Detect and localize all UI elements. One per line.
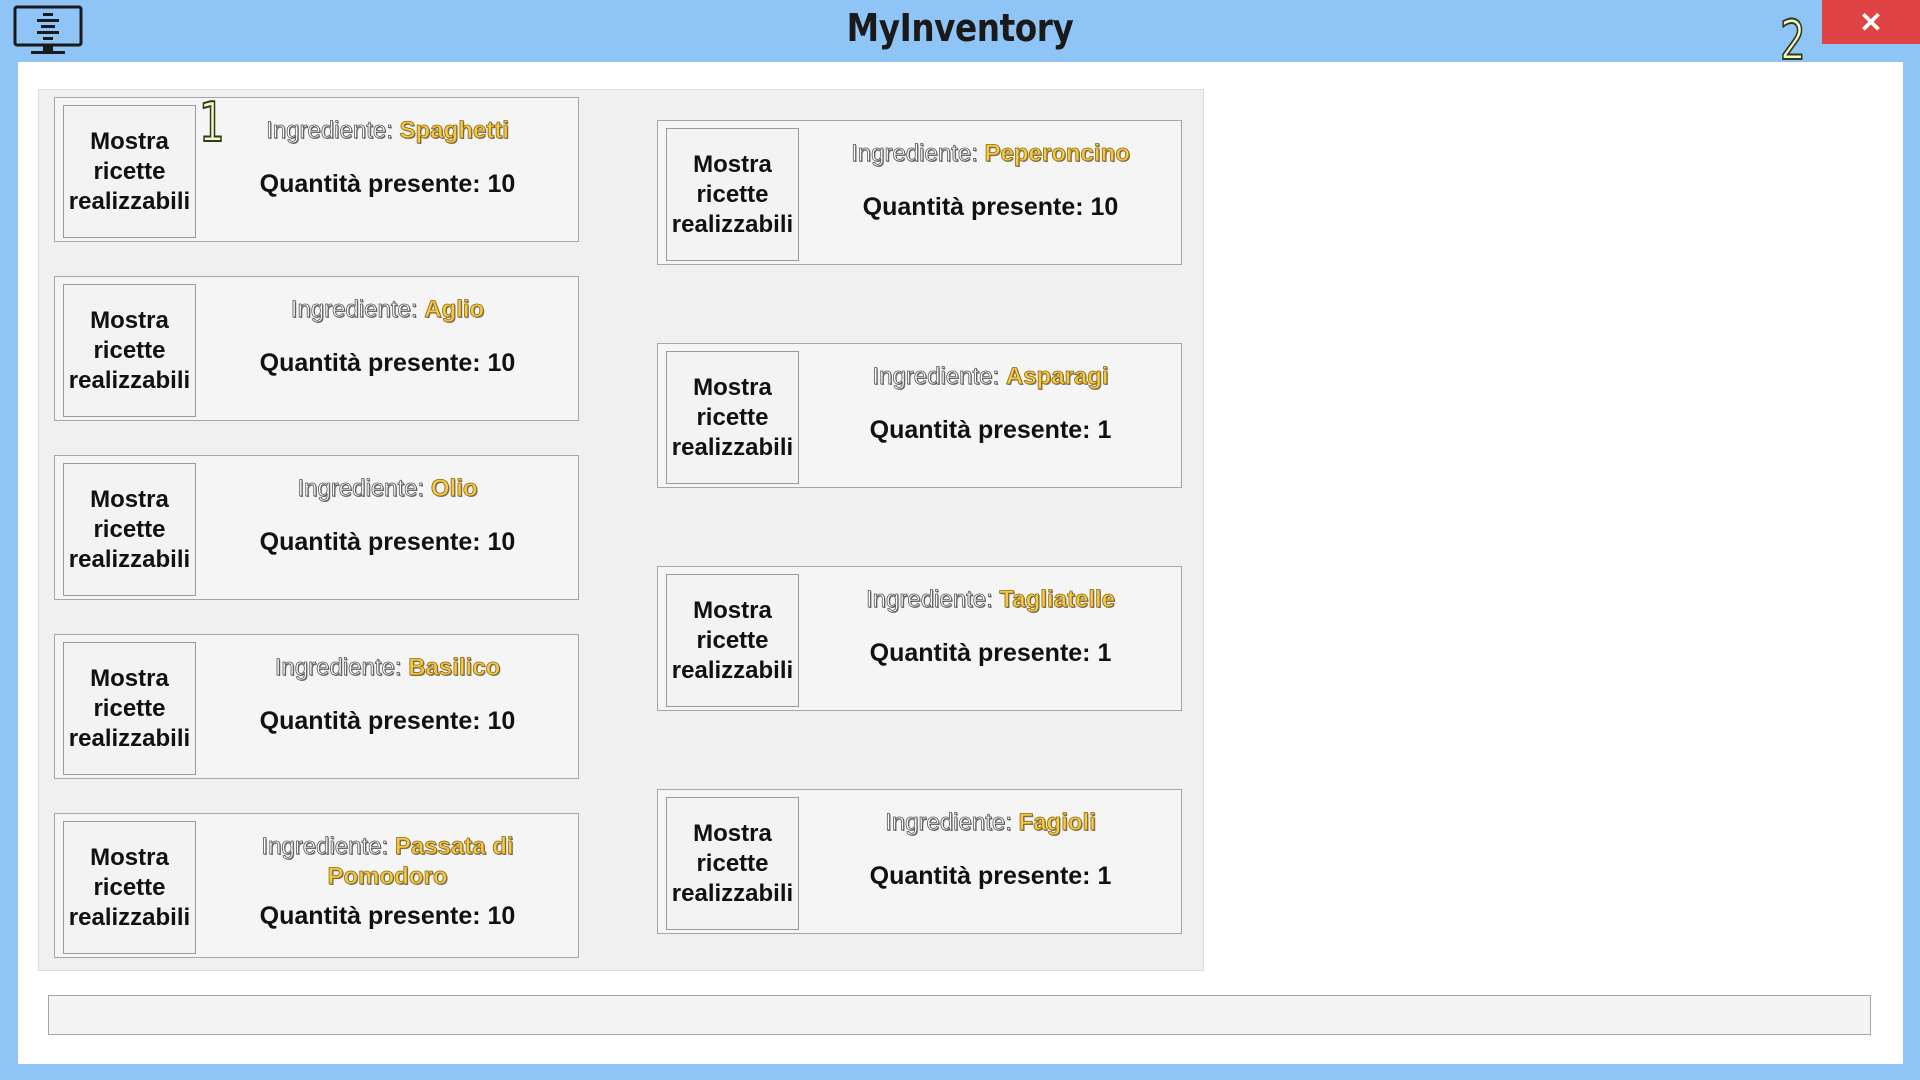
status-bar bbox=[48, 995, 1871, 1035]
show-recipes-button[interactable]: Mostra ricette realizzabili bbox=[63, 642, 196, 775]
ingredient-info: Ingrediente: Asparagi Quantità presente: … bbox=[808, 362, 1173, 445]
close-button[interactable]: ✕ bbox=[1822, 0, 1920, 44]
ingredient-name: Asparagi bbox=[1005, 363, 1109, 391]
ingredient-label: Ingrediente: bbox=[885, 809, 1019, 837]
ingredient-info: Ingrediente: Aglio Quantità presente: 10 bbox=[205, 295, 570, 378]
ingredient-line: Ingrediente: Tagliatelle bbox=[808, 585, 1173, 615]
ingredient-info: Ingrediente: Spaghetti Quantità presente:… bbox=[205, 116, 570, 199]
ingredient-name: Peperoncino bbox=[984, 140, 1130, 168]
ingredient-label: Ingrediente: bbox=[297, 475, 431, 503]
ingredient-card: Mostra ricette realizzabili Ingrediente: … bbox=[657, 789, 1182, 934]
ingredient-label: Ingrediente: bbox=[266, 117, 400, 145]
ingredient-name: Basilico bbox=[408, 654, 501, 682]
monitor-icon bbox=[13, 5, 83, 54]
quantity-text: Quantità presente: 1 bbox=[869, 416, 1112, 444]
quantity-text: Quantità presente: 10 bbox=[259, 349, 516, 377]
ingredient-card: Mostra ricette realizzabili Ingrediente: … bbox=[657, 343, 1182, 488]
show-recipes-button[interactable]: Mostra ricette realizzabili bbox=[63, 463, 196, 596]
ingredient-label: Ingrediente: bbox=[872, 363, 1006, 391]
ingredient-name: Tagliatelle bbox=[999, 586, 1116, 614]
quantity-text: Quantità presente: 10 bbox=[259, 707, 516, 735]
ingredient-card: Mostra ricette realizzabili Ingrediente: … bbox=[54, 634, 579, 779]
show-recipes-button[interactable]: Mostra ricette realizzabili bbox=[666, 574, 799, 707]
window-title: MyInventory bbox=[846, 6, 1074, 50]
show-recipes-button[interactable]: Mostra ricette realizzabili bbox=[63, 284, 196, 417]
ingredient-card: Mostra ricette realizzabili Ingrediente: … bbox=[54, 455, 579, 600]
ingredient-line: Ingrediente: Basilico bbox=[205, 653, 570, 683]
show-recipes-label: Mostra ricette realizzabili bbox=[68, 127, 191, 215]
ingredient-line: Ingrediente: Olio bbox=[205, 474, 570, 504]
show-recipes-label: Mostra ricette realizzabili bbox=[671, 373, 794, 461]
ingredient-info: Ingrediente: Olio Quantità presente: 10 bbox=[205, 474, 570, 557]
show-recipes-button[interactable]: Mostra ricette realizzabili bbox=[666, 797, 799, 930]
ingredient-label: Ingrediente: bbox=[261, 833, 395, 861]
show-recipes-label: Mostra ricette realizzabili bbox=[68, 664, 191, 752]
ingredient-label: Ingrediente: bbox=[274, 654, 409, 682]
ingredient-info: Ingrediente: Passata di Pomodoro Quantità… bbox=[205, 832, 570, 931]
ingredient-line: Ingrediente: Spaghetti bbox=[205, 116, 570, 146]
ingredient-card: Mostra ricette realizzabili Ingrediente: … bbox=[657, 566, 1182, 711]
ingredients-panel: Mostra ricette realizzabili Ingrediente: … bbox=[38, 89, 1204, 971]
show-recipes-button[interactable]: Mostra ricette realizzabili bbox=[63, 105, 196, 238]
show-recipes-label: Mostra ricette realizzabili bbox=[671, 819, 794, 907]
ingredient-name: Olio bbox=[430, 475, 478, 503]
show-recipes-label: Mostra ricette realizzabili bbox=[671, 596, 794, 684]
ingredient-name: Fagioli bbox=[1018, 809, 1096, 837]
ingredient-label: Ingrediente: bbox=[290, 296, 425, 324]
show-recipes-label: Mostra ricette realizzabili bbox=[68, 485, 191, 573]
ingredient-line: Ingrediente: Fagioli bbox=[808, 808, 1173, 838]
ingredient-name: Spaghetti bbox=[399, 117, 509, 145]
show-recipes-label: Mostra ricette realizzabili bbox=[68, 843, 191, 931]
ingredient-info: Ingrediente: Basilico Quantità presente: … bbox=[205, 653, 570, 736]
main-content: Mostra ricette realizzabili Ingrediente: … bbox=[18, 62, 1903, 1064]
quantity-text: Quantità presente: 10 bbox=[259, 528, 516, 556]
ingredient-info: Ingrediente: Fagioli Quantità presente: 1 bbox=[808, 808, 1173, 891]
show-recipes-label: Mostra ricette realizzabili bbox=[671, 150, 794, 238]
ingredient-line: Ingrediente: Passata di Pomodoro bbox=[205, 832, 570, 892]
quantity-text: Quantità presente: 10 bbox=[259, 170, 516, 198]
ingredient-card: Mostra ricette realizzabili Ingrediente: … bbox=[54, 97, 579, 242]
ingredient-card: Mostra ricette realizzabili Ingrediente: … bbox=[54, 276, 579, 421]
ingredient-name: Aglio bbox=[424, 296, 485, 324]
ingredient-line: Ingrediente: Aglio bbox=[205, 295, 570, 325]
show-recipes-button[interactable]: Mostra ricette realizzabili bbox=[666, 128, 799, 261]
ingredient-label: Ingrediente: bbox=[851, 140, 985, 168]
ingredient-card: Mostra ricette realizzabili Ingrediente: … bbox=[54, 813, 579, 958]
quantity-text: Quantità presente: 10 bbox=[259, 902, 516, 930]
annotation-marker-2: 2 bbox=[1779, 9, 1806, 72]
title-bar: MyInventory ✕ bbox=[0, 0, 1920, 62]
show-recipes-button[interactable]: Mostra ricette realizzabili bbox=[63, 821, 196, 954]
ingredient-info: Ingrediente: Tagliatelle Quantità present… bbox=[808, 585, 1173, 668]
ingredient-card: Mostra ricette realizzabili Ingrediente: … bbox=[657, 120, 1182, 265]
ingredient-line: Ingrediente: Peperoncino bbox=[808, 139, 1173, 169]
ingredient-line: Ingrediente: Asparagi bbox=[808, 362, 1173, 392]
show-recipes-label: Mostra ricette realizzabili bbox=[68, 306, 191, 394]
quantity-text: Quantità presente: 10 bbox=[862, 193, 1119, 221]
show-recipes-button[interactable]: Mostra ricette realizzabili bbox=[666, 351, 799, 484]
quantity-text: Quantità presente: 1 bbox=[869, 862, 1112, 890]
annotation-marker-1: 1 bbox=[198, 91, 225, 154]
ingredient-label: Ingrediente: bbox=[865, 586, 1000, 614]
quantity-text: Quantità presente: 1 bbox=[869, 639, 1112, 667]
ingredient-info: Ingrediente: Peperoncino Quantità present… bbox=[808, 139, 1173, 222]
